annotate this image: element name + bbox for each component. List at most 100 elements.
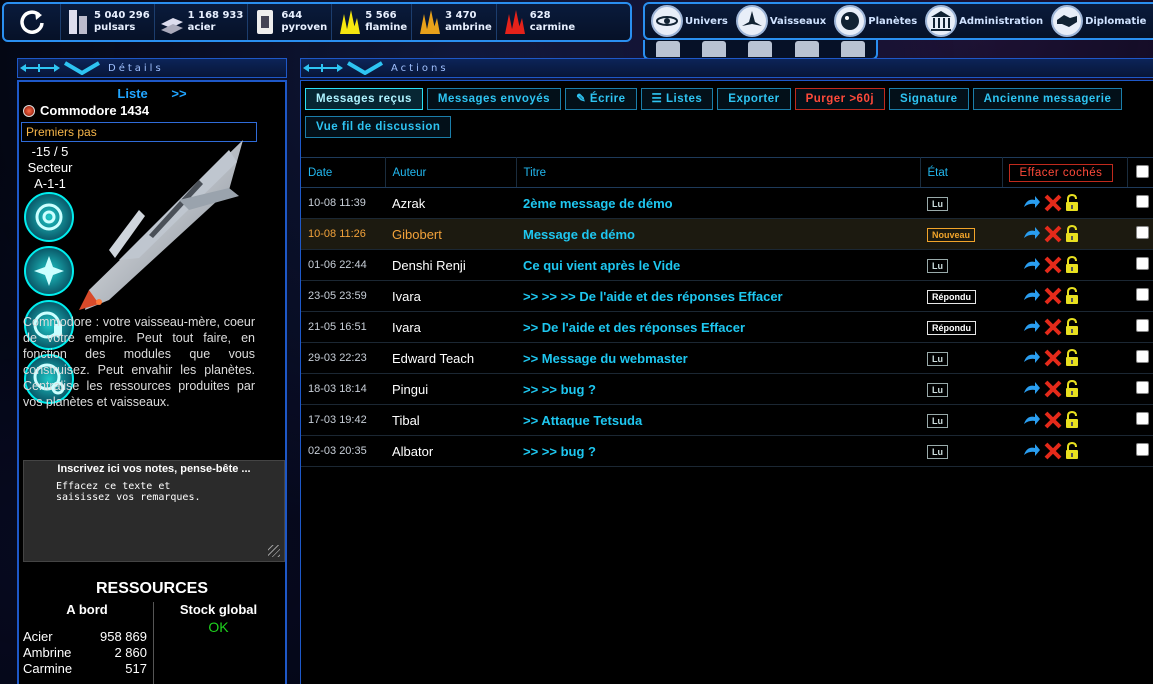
- col-date[interactable]: Date: [301, 157, 386, 188]
- lock-icon[interactable]: [1065, 287, 1079, 305]
- resource-pyroven[interactable]: 644 pyroven: [247, 4, 331, 40]
- message-author[interactable]: Pingui: [385, 373, 516, 405]
- table-row[interactable]: 29-03 22:23 Edward Teach >> Message du web…: [301, 342, 1153, 374]
- col-author[interactable]: Auteur: [385, 157, 517, 188]
- message-checkbox[interactable]: [1136, 226, 1149, 239]
- message-author[interactable]: Ivara: [385, 311, 516, 343]
- toolbar-button[interactable]: Exporter: [717, 88, 791, 110]
- col-state[interactable]: État: [920, 157, 1003, 188]
- help-icon[interactable]: [794, 41, 819, 57]
- document-icon[interactable]: [840, 41, 865, 57]
- toolbar-button[interactable]: Vue fil de discussion: [305, 116, 452, 138]
- table-row[interactable]: 17-03 19:42 Tibal >> Attaque Tetsuda Lu: [301, 404, 1153, 436]
- nav-item-planètes[interactable]: Planètes: [834, 5, 917, 37]
- resource-pulsars[interactable]: 5 040 296 pulsars: [60, 4, 154, 40]
- message-title[interactable]: >> Message du webmaster: [516, 342, 920, 374]
- message-checkbox[interactable]: [1136, 412, 1149, 425]
- message-title[interactable]: 2ème message de démo: [516, 187, 920, 219]
- resource-flamine[interactable]: 5 566 flamine: [331, 4, 411, 40]
- delete-checked-button[interactable]: Effacer cochés: [1008, 163, 1114, 182]
- message-checkbox[interactable]: [1136, 381, 1149, 394]
- delete-x-icon[interactable]: [1044, 194, 1062, 212]
- delete-x-icon[interactable]: [1044, 349, 1062, 367]
- lock-icon[interactable]: [1065, 380, 1079, 398]
- toolbar-button[interactable]: Ancienne messagerie: [972, 88, 1123, 110]
- nav-item-vaisseaux[interactable]: Vaisseaux: [735, 5, 826, 37]
- lock-icon[interactable]: [1065, 194, 1079, 212]
- targeting-module-icon[interactable]: [24, 192, 74, 242]
- resize-grip-icon[interactable]: [268, 545, 280, 557]
- compass-module-icon[interactable]: [24, 246, 74, 296]
- lock-icon[interactable]: [1065, 411, 1079, 429]
- message-author[interactable]: Tibal: [385, 404, 516, 436]
- message-author[interactable]: Gibobert: [385, 218, 516, 250]
- message-author[interactable]: Edward Teach: [385, 342, 516, 374]
- nav-item-administration[interactable]: Administration: [925, 5, 1043, 37]
- table-row[interactable]: 18-03 18:14 Pingui >> >> bug ? Lu: [301, 373, 1153, 405]
- reply-arrow-icon[interactable]: [1023, 288, 1041, 304]
- lock-icon[interactable]: [1065, 349, 1079, 367]
- nav-item-diplomatie[interactable]: Diplomatie: [1051, 5, 1146, 37]
- reply-arrow-icon[interactable]: [1023, 226, 1041, 242]
- delete-x-icon[interactable]: [1044, 225, 1062, 243]
- message-author[interactable]: Denshi Renji: [385, 249, 516, 281]
- delete-x-icon[interactable]: [1044, 256, 1062, 274]
- toolbar-button[interactable]: Messages reçus: [305, 88, 423, 110]
- delete-x-icon[interactable]: [1044, 318, 1062, 336]
- message-checkbox[interactable]: [1136, 443, 1149, 456]
- nav-item-univers[interactable]: Univers: [651, 5, 728, 37]
- expand-arrows-icon[interactable]: [301, 62, 345, 74]
- ship-nickname-field[interactable]: Premiers pas: [21, 122, 257, 142]
- lock-icon[interactable]: [1065, 318, 1079, 336]
- refresh-button[interactable]: [4, 4, 60, 40]
- table-row[interactable]: 10-08 11:39 Azrak 2ème message de démo Lu: [301, 187, 1153, 219]
- lock-icon[interactable]: [1065, 225, 1079, 243]
- reply-arrow-icon[interactable]: [1023, 443, 1041, 459]
- reply-arrow-icon[interactable]: [1023, 381, 1041, 397]
- table-row[interactable]: 23-05 23:59 Ivara >> >> >> De l'aide et de…: [301, 280, 1153, 312]
- message-title[interactable]: >> >> bug ?: [516, 435, 920, 467]
- resource-acier[interactable]: 1 168 933 acier: [153, 4, 248, 40]
- table-row[interactable]: 01-06 22:44 Denshi Renji Ce qui vient aprè…: [301, 249, 1153, 281]
- delete-x-icon[interactable]: [1044, 380, 1062, 398]
- message-checkbox[interactable]: [1136, 350, 1149, 363]
- message-title[interactable]: Message de démo: [516, 218, 920, 250]
- message-checkbox[interactable]: [1136, 319, 1149, 332]
- message-author[interactable]: Ivara: [385, 280, 516, 312]
- resource-ambrine[interactable]: 3 470 ambrine: [411, 4, 496, 40]
- message-author[interactable]: Albator: [385, 435, 516, 467]
- message-title[interactable]: >> >> >> De l'aide et des réponses Effac…: [516, 280, 920, 312]
- toolbar-button[interactable]: Signature: [889, 88, 969, 110]
- next-link[interactable]: >>: [171, 86, 186, 101]
- delete-x-icon[interactable]: [1044, 287, 1062, 305]
- expand-arrows-icon[interactable]: [18, 62, 62, 74]
- message-title[interactable]: >> Attaque Tetsuda: [516, 404, 920, 436]
- delete-x-icon[interactable]: [1044, 442, 1062, 460]
- list-icon[interactable]: [748, 41, 773, 57]
- table-row[interactable]: 21-05 16:51 Ivara >> De l'aide et des répo…: [301, 311, 1153, 343]
- lock-icon[interactable]: [1065, 256, 1079, 274]
- reply-arrow-icon[interactable]: [1023, 257, 1041, 273]
- reply-arrow-icon[interactable]: [1023, 195, 1041, 211]
- message-author[interactable]: Azrak: [385, 187, 516, 219]
- list-link[interactable]: Liste: [117, 86, 147, 101]
- message-checkbox[interactable]: [1136, 195, 1149, 208]
- reply-arrow-icon[interactable]: [1023, 319, 1041, 335]
- delete-x-icon[interactable]: [1044, 411, 1062, 429]
- mail-icon[interactable]: [656, 41, 681, 57]
- message-checkbox[interactable]: [1136, 288, 1149, 301]
- reply-arrow-icon[interactable]: [1023, 412, 1041, 428]
- toolbar-button[interactable]: Purger >60j: [794, 88, 886, 110]
- settings-cog-icon[interactable]: [702, 41, 727, 57]
- lock-icon[interactable]: [1065, 442, 1079, 460]
- toolbar-button[interactable]: ☰ Listes: [640, 88, 714, 110]
- reply-arrow-icon[interactable]: [1023, 350, 1041, 366]
- table-row[interactable]: 10-08 11:26 Gibobert Message de démo Nouvea…: [301, 218, 1153, 250]
- collapse-chevron-icon[interactable]: [62, 61, 102, 75]
- toolbar-button[interactable]: ✎ Écrire: [565, 88, 637, 110]
- notes-textarea[interactable]: Effacez ce texte et saisissez vos remarq…: [28, 479, 254, 549]
- message-checkbox[interactable]: [1136, 257, 1149, 270]
- table-row[interactable]: 02-03 20:35 Albator >> >> bug ? Lu: [301, 435, 1153, 467]
- toolbar-button[interactable]: Messages envoyés: [426, 88, 562, 110]
- col-title[interactable]: Titre: [516, 157, 921, 188]
